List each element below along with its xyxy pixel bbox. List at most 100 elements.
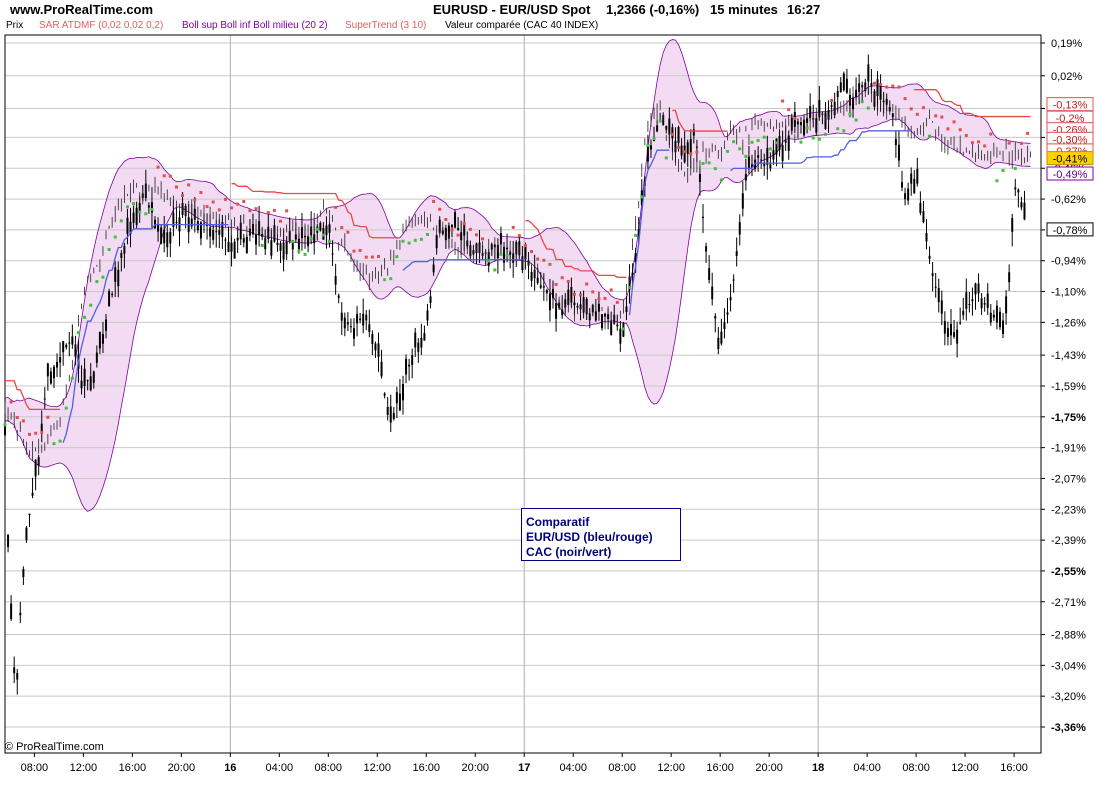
- legend-bollinger[interactable]: Boll sup Boll inf Boll milieu (20 2): [182, 20, 328, 31]
- cac-candle-body: [31, 492, 34, 496]
- sar-dot: [52, 442, 56, 446]
- value-labels: -0,13%-0,2%-0,26%-0,30%-0,37%-0,41%-0,49…: [1046, 97, 1094, 237]
- cac-candle-body: [907, 188, 910, 201]
- cac-candle-body: [983, 303, 986, 305]
- y-tick-label: -0,94%: [1051, 256, 1086, 268]
- legend-price[interactable]: Prix: [6, 20, 23, 31]
- sar-dot: [683, 150, 687, 154]
- sar-dot: [125, 205, 129, 209]
- legend-supertrend[interactable]: SuperTrend (3 10): [345, 20, 426, 31]
- cac-candle-body: [435, 235, 438, 249]
- cac-candle-body: [377, 343, 380, 358]
- sar-dot: [199, 190, 203, 194]
- y-tick-label: -2,07%: [1051, 473, 1086, 485]
- legend-sar[interactable]: SAR ATDMF (0,02 0,02 0,2): [39, 20, 163, 31]
- cac-candle-body: [980, 298, 983, 309]
- cac-candle-body: [353, 328, 356, 339]
- cac-candle-body: [631, 272, 634, 275]
- cac-candle-body: [270, 240, 273, 256]
- cac-candle-body: [836, 91, 839, 97]
- cac-candle-body: [649, 145, 652, 150]
- x-tick-label: 08:00: [608, 762, 636, 774]
- value-label-current: -0,41%: [1046, 151, 1094, 166]
- sar-dot: [370, 255, 374, 259]
- y-tick-label: -3,36%: [1051, 722, 1086, 734]
- cac-candle-body: [7, 534, 10, 547]
- cac-candle-body: [227, 241, 230, 252]
- sar-dot: [909, 107, 913, 111]
- cac-candle-body: [910, 173, 913, 184]
- sar-dot: [174, 185, 178, 189]
- cac-candle-body: [965, 292, 968, 309]
- cac-candle-body: [365, 314, 368, 321]
- cac-candle-body: [160, 227, 163, 244]
- sar-dot: [205, 205, 209, 209]
- cac-candle-body: [49, 371, 52, 384]
- x-tick-label: 16:00: [706, 762, 734, 774]
- price-chart[interactable]: 0,19%0,02%-0,15%-0,30%-0,46%-0,62%-0,78%…: [0, 0, 1100, 800]
- cac-candle-body: [665, 125, 668, 130]
- y-tick-label: -2,88%: [1051, 630, 1086, 642]
- cac-candle-body: [43, 398, 46, 400]
- sar-dot: [946, 127, 950, 131]
- cac-candle-body: [934, 286, 937, 288]
- cac-candles: [4, 54, 1026, 695]
- sar-dot: [615, 300, 619, 304]
- eurusd-candles: [4, 82, 1031, 461]
- sar-dot: [707, 161, 711, 165]
- cac-candle-body: [337, 295, 340, 298]
- cac-candle-body: [10, 603, 13, 620]
- sar-dot: [915, 112, 919, 116]
- cac-candle-body: [80, 380, 83, 389]
- sar-dot: [762, 135, 766, 139]
- cac-candle-body: [111, 293, 114, 296]
- value-label-text: -0,49%: [1053, 169, 1088, 181]
- cac-candle-body: [414, 332, 417, 348]
- sar-dot: [352, 249, 356, 253]
- cac-candle-body: [956, 329, 959, 344]
- cac-candle-body: [417, 342, 420, 353]
- cac-candle-body: [37, 457, 40, 466]
- cac-candle-body: [512, 253, 515, 263]
- sar-dot: [983, 144, 987, 148]
- cac-candle-body: [744, 174, 747, 181]
- y-tick-label: -1,59%: [1051, 381, 1086, 393]
- cac-candle-body: [380, 361, 383, 377]
- sar-dot: [76, 331, 80, 335]
- cac-candle-body: [71, 336, 74, 345]
- cac-candle-body: [95, 352, 98, 363]
- sar-dot: [144, 212, 148, 216]
- cac-candle-body: [646, 144, 649, 162]
- sar-dot: [334, 205, 338, 209]
- sar-dot: [487, 259, 491, 263]
- sar-dot: [726, 149, 730, 153]
- cac-candle-body: [169, 231, 172, 244]
- sar-dot: [364, 255, 368, 259]
- cac-candle-body: [389, 406, 392, 423]
- sar-dot: [713, 167, 717, 171]
- cac-candle-body: [401, 384, 404, 401]
- x-tick-label: 18: [812, 762, 824, 774]
- site-url[interactable]: www.ProRealTime.com: [10, 2, 153, 17]
- y-tick-label: -1,10%: [1051, 287, 1086, 299]
- sar-dot: [46, 415, 50, 419]
- cac-candle-body: [671, 127, 674, 139]
- cac-candle-body: [420, 337, 423, 348]
- cac-candle-body: [261, 234, 264, 237]
- sar-dot: [132, 202, 136, 206]
- sar-dot: [456, 233, 460, 237]
- legend-compared-value[interactable]: Valeur comparée (CAC 40 INDEX): [445, 20, 598, 31]
- cac-candle-body: [34, 459, 37, 477]
- sar-dot: [940, 115, 944, 119]
- sar-dot: [358, 248, 362, 252]
- x-tick-label: 16: [224, 762, 236, 774]
- cac-candle-body: [962, 310, 965, 316]
- sar-dot: [652, 137, 656, 141]
- cac-candle-body: [282, 242, 285, 260]
- cac-candle-body: [971, 299, 974, 302]
- sar-dot: [597, 297, 601, 301]
- sar-dot: [450, 228, 454, 232]
- y-tick-label: 0,02%: [1051, 71, 1082, 83]
- cac-candle-body: [343, 317, 346, 329]
- cac-candle-body: [741, 193, 744, 209]
